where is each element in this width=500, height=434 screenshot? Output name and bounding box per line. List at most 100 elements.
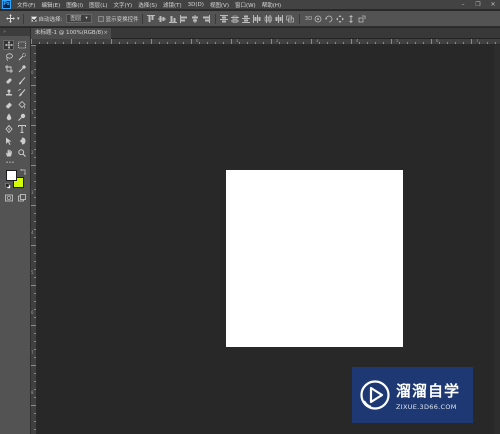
show-transform-label: 显示变换控件	[105, 16, 139, 23]
ruler-label: 6	[436, 39, 439, 43]
paint-bucket-tool-icon[interactable]	[16, 100, 27, 110]
menu-image[interactable]: 图像(I)	[63, 1, 86, 9]
menu-help[interactable]: 帮助(H)	[259, 1, 284, 9]
menu-file[interactable]: 文件(F)	[14, 1, 38, 9]
ruler-tick	[191, 39, 192, 44]
vertical-scrollbar[interactable]	[494, 45, 500, 434]
ruler-tick	[34, 389, 36, 390]
minimize-icon[interactable]: –	[456, 0, 470, 10]
clone-stamp-tool-icon[interactable]	[3, 88, 14, 98]
custom-shape-tool-icon[interactable]	[16, 136, 27, 146]
3d-orbit-icon[interactable]	[313, 14, 322, 23]
ruler-label: 2	[276, 39, 279, 43]
ruler-tick	[34, 277, 36, 278]
menu-select[interactable]: 选择(S)	[135, 1, 160, 9]
menu-3d[interactable]: 3D(D)	[185, 2, 207, 8]
eraser-tool-icon[interactable]	[3, 100, 14, 110]
distribute-left-icon[interactable]	[253, 14, 262, 23]
menu-edit[interactable]: 编辑(E)	[38, 1, 63, 9]
document-canvas[interactable]	[226, 170, 403, 347]
zoom-tool-icon[interactable]	[16, 148, 27, 158]
menu-window[interactable]: 窗口(W)	[232, 1, 259, 9]
menu-filter[interactable]: 滤镜(T)	[160, 1, 185, 9]
toolbox-collapse-icon[interactable]: »	[0, 28, 30, 36]
type-tool-icon[interactable]	[16, 124, 27, 134]
align-right-icon[interactable]	[202, 14, 211, 23]
play-logo-icon	[360, 380, 390, 410]
path-selection-tool-icon[interactable]	[3, 136, 14, 146]
show-transform-checkbox[interactable]: 显示变换控件	[97, 13, 139, 25]
auto-select-checkbox[interactable]: 自动选择:	[30, 13, 62, 25]
ruler-tick	[34, 221, 36, 222]
marquee-tool-icon[interactable]	[16, 40, 27, 50]
healing-brush-tool-icon[interactable]	[3, 76, 14, 86]
align-hcenter-icon[interactable]	[191, 14, 200, 23]
ruler-tick	[34, 173, 36, 174]
3d-slide-icon[interactable]	[346, 14, 355, 23]
ruler-tick	[31, 39, 32, 44]
ruler-tick	[215, 42, 216, 44]
history-brush-tool-icon[interactable]	[16, 88, 27, 98]
ruler-tick	[471, 39, 472, 44]
dodge-tool-icon[interactable]	[16, 112, 27, 122]
auto-select-value: 图层	[70, 15, 82, 22]
restore-icon[interactable]: ❐	[471, 0, 485, 10]
crop-tool-icon[interactable]	[3, 64, 14, 74]
distribute-bottom-icon[interactable]	[242, 14, 251, 23]
blur-tool-icon[interactable]	[3, 112, 14, 122]
ruler-tick	[34, 229, 36, 230]
eyedropper-tool-icon[interactable]	[16, 64, 27, 74]
swap-colors-icon[interactable]	[20, 169, 26, 175]
ruler-tick	[479, 42, 480, 44]
brush-tool-icon[interactable]	[16, 76, 27, 86]
3d-scale-icon[interactable]	[357, 14, 366, 23]
ruler-tick	[199, 42, 200, 44]
ruler-tick	[34, 397, 36, 398]
pen-tool-icon[interactable]	[3, 124, 14, 134]
ruler-tick	[343, 42, 344, 44]
foreground-color-swatch[interactable]	[6, 170, 17, 181]
screen-mode-icon[interactable]	[16, 193, 27, 203]
align-top-icon[interactable]	[147, 14, 156, 23]
lasso-tool-icon[interactable]	[3, 52, 14, 62]
quick-selection-tool-icon[interactable]	[16, 52, 27, 62]
align-left-icon[interactable]	[180, 14, 189, 23]
ruler-tick	[34, 349, 36, 350]
distribute-hcenter-icon[interactable]	[264, 14, 273, 23]
distribute-vcenter-icon[interactable]	[231, 14, 240, 23]
align-bottom-icon[interactable]	[169, 14, 178, 23]
menu-layer[interactable]: 图层(L)	[86, 1, 110, 9]
ruler-tick	[151, 39, 152, 44]
ruler-tick	[34, 301, 36, 302]
document-tab[interactable]: 未标题-1 @ 100%(RGB/8) ×	[31, 28, 111, 39]
distribute-right-icon[interactable]	[275, 14, 284, 23]
align-vcenter-icon[interactable]	[158, 14, 167, 23]
3d-pan-icon[interactable]	[335, 14, 344, 23]
ruler-tick	[34, 253, 36, 254]
ruler-tick	[31, 85, 36, 86]
edit-toolbar-icon[interactable]: •••	[3, 158, 17, 168]
menu-type[interactable]: 文字(Y)	[111, 1, 136, 9]
ruler-tick	[231, 39, 232, 44]
ruler-tick	[34, 149, 36, 150]
close-tab-icon[interactable]: ×	[103, 28, 108, 39]
auto-align-layers-icon[interactable]	[286, 14, 295, 23]
ruler-tick	[239, 42, 240, 44]
ruler-label: 3	[316, 39, 319, 43]
tool-preset-picker[interactable]: ▾	[6, 13, 20, 25]
auto-select-dropdown[interactable]: 图层 ▾	[66, 13, 92, 25]
default-colors-icon[interactable]	[5, 183, 11, 189]
ruler-label: 0	[196, 39, 199, 43]
move-tool-icon[interactable]	[3, 40, 14, 50]
hand-tool-icon[interactable]	[3, 148, 14, 158]
ruler-tick	[263, 42, 264, 44]
distribute-top-icon[interactable]	[220, 14, 229, 23]
menu-view[interactable]: 视图(V)	[207, 1, 232, 9]
ruler-tick	[31, 405, 36, 406]
3d-roll-icon[interactable]	[324, 14, 333, 23]
quick-mask-icon[interactable]	[3, 193, 14, 203]
close-icon[interactable]: ✕	[486, 0, 500, 10]
ruler-tick	[55, 42, 56, 44]
menu-bar: Ps 文件(F) 编辑(E) 图像(I) 图层(L) 文字(Y) 选择(S) 滤…	[0, 0, 500, 10]
watermark-overlay: 溜溜自学 ZIXUE.3D66.COM	[352, 367, 473, 423]
